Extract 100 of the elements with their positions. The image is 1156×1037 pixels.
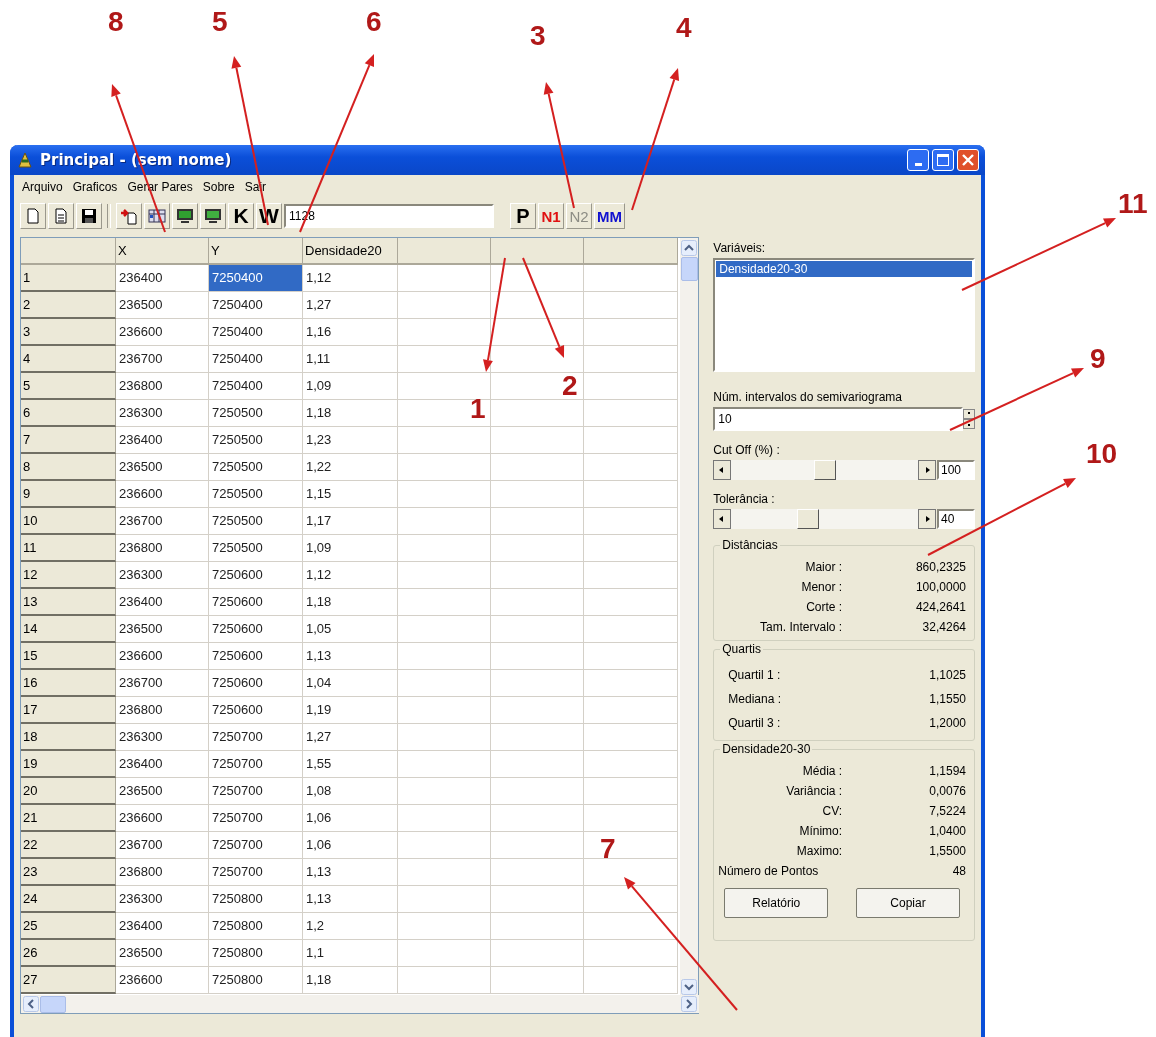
table-cell[interactable] <box>584 724 678 751</box>
scroll-left-icon[interactable] <box>23 996 39 1012</box>
spin-up-icon[interactable] <box>963 409 975 419</box>
table-cell[interactable] <box>491 589 584 616</box>
maximize-button[interactable] <box>932 149 954 171</box>
row-header[interactable]: 25 <box>21 913 116 940</box>
table-cell[interactable] <box>398 427 491 454</box>
table-cell[interactable]: 7250400 <box>209 292 303 319</box>
table-cell[interactable]: 1,2 <box>303 913 398 940</box>
table-cell[interactable] <box>584 643 678 670</box>
table-cell[interactable]: 1,27 <box>303 292 398 319</box>
dialog-button[interactable]: Copiar <box>856 888 960 918</box>
table-cell[interactable]: 7250500 <box>209 400 303 427</box>
table-cell[interactable] <box>584 697 678 724</box>
table-cell[interactable]: 1,19 <box>303 697 398 724</box>
close-button[interactable] <box>957 149 979 171</box>
table-cell[interactable] <box>584 319 678 346</box>
table-cell[interactable]: 1,06 <box>303 832 398 859</box>
table-cell[interactable] <box>398 886 491 913</box>
table-cell[interactable]: 236800 <box>116 859 209 886</box>
table-cell[interactable]: 236700 <box>116 508 209 535</box>
menu-item[interactable]: Sobre <box>202 180 235 194</box>
table-cell[interactable]: 236300 <box>116 886 209 913</box>
table-cell[interactable]: 1,12 <box>303 562 398 589</box>
table-cell[interactable] <box>584 967 678 994</box>
table-cell[interactable] <box>491 427 584 454</box>
table-cell[interactable] <box>584 751 678 778</box>
row-header[interactable]: 21 <box>21 805 116 832</box>
table-cell[interactable] <box>398 481 491 508</box>
slider-thumb[interactable] <box>797 509 820 529</box>
minimize-button[interactable] <box>907 149 929 171</box>
table-cell[interactable]: 7250500 <box>209 508 303 535</box>
row-header[interactable]: 27 <box>21 967 116 994</box>
table-cell[interactable]: 1,22 <box>303 454 398 481</box>
table-cell[interactable] <box>491 670 584 697</box>
table-cell[interactable] <box>398 940 491 967</box>
table-cell[interactable] <box>491 400 584 427</box>
table-cell[interactable] <box>398 913 491 940</box>
table-cell[interactable] <box>584 508 678 535</box>
table-cell[interactable] <box>584 805 678 832</box>
row-header[interactable]: 1 <box>21 265 116 292</box>
table-cell[interactable]: 7250500 <box>209 454 303 481</box>
table-cell[interactable]: 1,13 <box>303 859 398 886</box>
table-cell[interactable] <box>398 265 491 292</box>
table-cell[interactable]: 1,06 <box>303 805 398 832</box>
table-cell[interactable] <box>398 373 491 400</box>
toolbar-button[interactable] <box>200 203 226 229</box>
table-cell[interactable]: 1,55 <box>303 751 398 778</box>
value-field[interactable]: 100 <box>937 460 975 480</box>
table-cell[interactable]: 1,15 <box>303 481 398 508</box>
table-cell[interactable] <box>584 265 678 292</box>
table-cell[interactable] <box>398 454 491 481</box>
scroll-right-icon[interactable] <box>681 996 697 1012</box>
table-cell[interactable]: 236500 <box>116 940 209 967</box>
horizontal-scrollbar[interactable] <box>21 995 699 1013</box>
table-cell[interactable]: 1,09 <box>303 535 398 562</box>
table-cell[interactable]: 1,13 <box>303 886 398 913</box>
table-cell[interactable]: 236400 <box>116 913 209 940</box>
table-cell[interactable] <box>584 400 678 427</box>
dialog-button[interactable]: Relatório <box>724 888 829 918</box>
toolbar-button[interactable]: N1 <box>538 203 564 229</box>
row-header[interactable]: 17 <box>21 697 116 724</box>
table-cell[interactable] <box>584 940 678 967</box>
scroll-thumb[interactable] <box>40 995 66 1013</box>
row-header[interactable]: 20 <box>21 778 116 805</box>
table-cell[interactable] <box>584 454 678 481</box>
table-cell[interactable] <box>398 724 491 751</box>
table-cell[interactable]: 236600 <box>116 805 209 832</box>
table-cell[interactable]: 7250400 <box>209 265 303 292</box>
table-cell[interactable]: 1,18 <box>303 589 398 616</box>
table-cell[interactable] <box>491 940 584 967</box>
table-cell[interactable]: 7250400 <box>209 346 303 373</box>
table-cell[interactable] <box>398 535 491 562</box>
table-cell[interactable]: 236500 <box>116 292 209 319</box>
table-cell[interactable]: 1,05 <box>303 616 398 643</box>
table-cell[interactable]: 7250600 <box>209 562 303 589</box>
table-cell[interactable] <box>491 697 584 724</box>
table-cell[interactable] <box>398 751 491 778</box>
table-cell[interactable]: 236400 <box>116 589 209 616</box>
table-cell[interactable]: 236600 <box>116 319 209 346</box>
table-cell[interactable]: 1,1 <box>303 940 398 967</box>
row-header[interactable]: 7 <box>21 427 116 454</box>
table-cell[interactable]: 1,16 <box>303 319 398 346</box>
row-header[interactable]: 19 <box>21 751 116 778</box>
row-header[interactable]: 6 <box>21 400 116 427</box>
table-cell[interactable]: 1,18 <box>303 400 398 427</box>
table-cell[interactable]: 7250800 <box>209 940 303 967</box>
table-cell[interactable] <box>584 346 678 373</box>
table-cell[interactable] <box>491 508 584 535</box>
toolbar-button[interactable] <box>76 203 102 229</box>
table-cell[interactable]: 1,11 <box>303 346 398 373</box>
row-header[interactable]: 13 <box>21 589 116 616</box>
table-cell[interactable] <box>398 643 491 670</box>
table-cell[interactable] <box>398 832 491 859</box>
table-cell[interactable]: 7250600 <box>209 616 303 643</box>
table-cell[interactable] <box>398 805 491 832</box>
table-cell[interactable]: 7250400 <box>209 319 303 346</box>
row-header[interactable]: 5 <box>21 373 116 400</box>
table-cell[interactable] <box>491 292 584 319</box>
toolbar-button[interactable] <box>172 203 198 229</box>
